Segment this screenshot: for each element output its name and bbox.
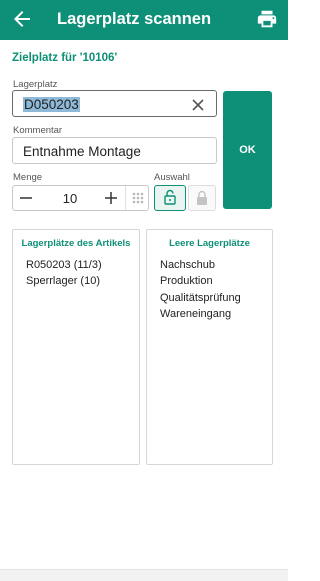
list-item[interactable]: Nachschub bbox=[160, 257, 241, 273]
minus-icon[interactable] bbox=[13, 186, 39, 210]
printer-icon[interactable] bbox=[256, 8, 278, 30]
kommentar-input[interactable]: Entnahme Montage bbox=[12, 137, 217, 164]
app-bar: Lagerplatz scannen bbox=[0, 0, 288, 40]
empty-locations-panel: Leere Lagerplätze Nachschub Produktion Q… bbox=[146, 229, 273, 465]
page-title: Lagerplatz scannen bbox=[57, 10, 212, 28]
article-locations-panel: Lagerplätze des Artikels R050203 (11/3) … bbox=[12, 229, 140, 465]
plus-icon[interactable] bbox=[101, 186, 121, 210]
lagerplatz-label: Lagerplatz bbox=[13, 79, 58, 90]
quantity-value[interactable]: 10 bbox=[53, 191, 87, 206]
menge-label: Menge bbox=[13, 172, 43, 183]
kommentar-label: Kommentar bbox=[13, 125, 63, 136]
ok-button[interactable]: OK bbox=[223, 91, 272, 209]
list-item[interactable]: Wareneingang bbox=[160, 306, 241, 322]
lagerplatz-value: D050203 bbox=[23, 97, 80, 112]
quantity-stepper: 10 bbox=[12, 185, 149, 211]
target-location-heading: Zielplatz für '10106' bbox=[12, 52, 118, 64]
keypad-icon[interactable] bbox=[125, 186, 149, 210]
article-locations-title: Lagerplätze des Artikels bbox=[21, 238, 131, 249]
list-item[interactable]: Sperrlager (10) bbox=[26, 273, 102, 289]
empty-locations-title: Leere Lagerplätze bbox=[169, 238, 250, 249]
lagerplatz-input[interactable]: D050203 bbox=[12, 90, 217, 117]
lock-icon[interactable] bbox=[188, 185, 216, 211]
auswahl-label: Auswahl bbox=[154, 172, 190, 183]
bottom-bar bbox=[0, 569, 288, 581]
kommentar-value: Entnahme Montage bbox=[23, 144, 141, 159]
list-item[interactable]: Produktion bbox=[160, 273, 241, 289]
list-item[interactable]: R050203 (11/3) bbox=[26, 257, 102, 273]
close-icon[interactable] bbox=[192, 98, 204, 111]
lock-open-icon[interactable] bbox=[154, 185, 186, 211]
arrow-left-icon[interactable] bbox=[10, 7, 34, 31]
list-item[interactable]: Qualitätsprüfung bbox=[160, 290, 241, 306]
